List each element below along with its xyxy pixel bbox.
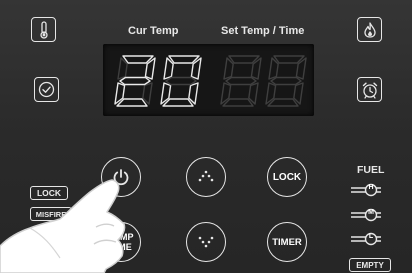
hand-image (0, 179, 126, 273)
control-panel: Cur Temp Set Temp / Time 20 88 (0, 0, 412, 273)
